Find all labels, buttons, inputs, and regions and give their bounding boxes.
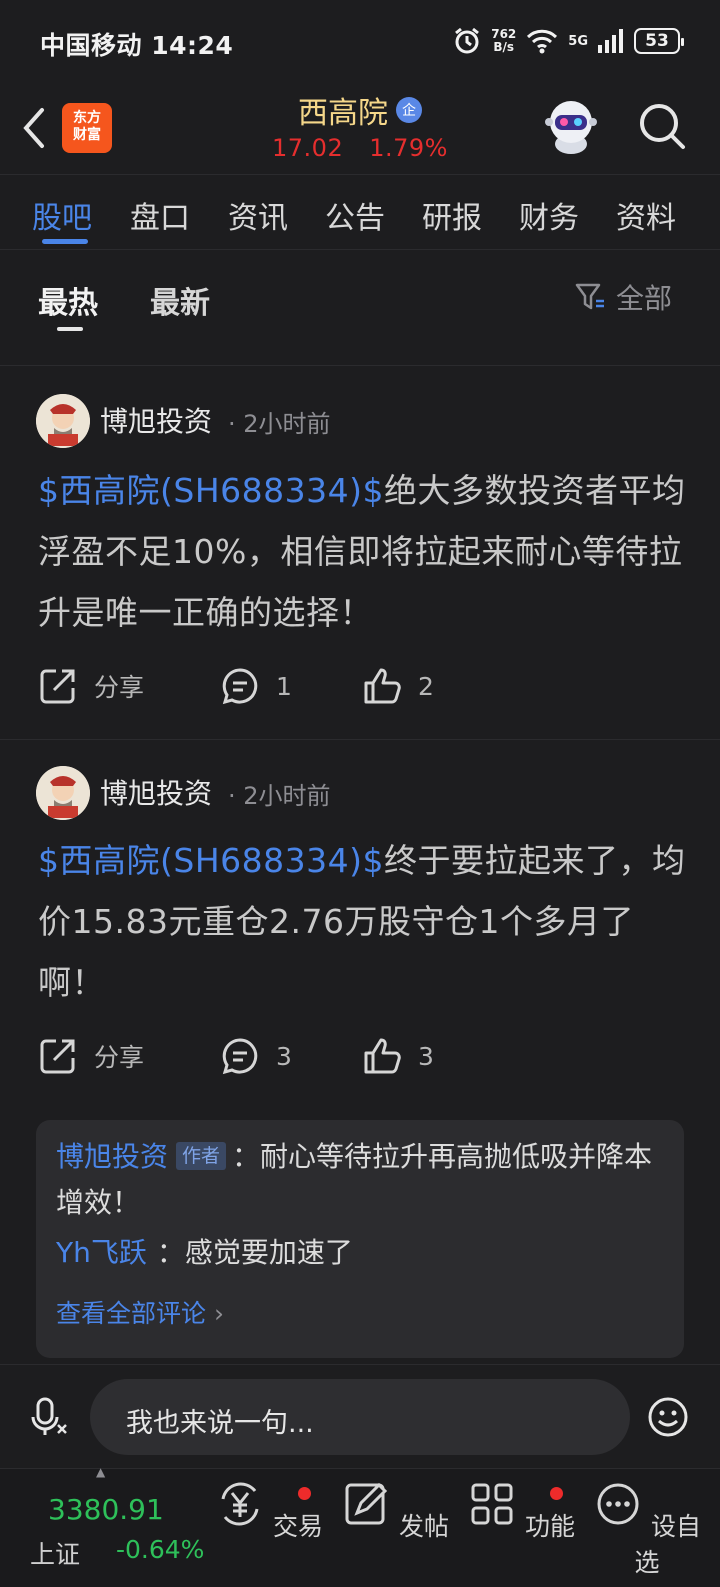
share-button[interactable]: 分享: [38, 666, 144, 706]
comment-item[interactable]: Yh飞跃 ：感觉要加速了: [56, 1230, 666, 1276]
avatar[interactable]: [36, 766, 90, 820]
reply-bar: 我也来说一句...: [0, 1364, 720, 1468]
more-dots-icon: [597, 1483, 639, 1525]
yen-exchange-icon: [221, 1482, 259, 1526]
filter-label: 全部: [616, 282, 673, 315]
index-value: 3380.91: [48, 1493, 164, 1526]
sort-indicator: [57, 327, 83, 331]
robot-assistant-icon[interactable]: [540, 94, 602, 156]
status-bar: 中国移动 14:24 762 B/s 5G 53: [0, 0, 720, 84]
notification-dot: [298, 1487, 311, 1500]
caret-up-icon: ▲: [96, 1465, 106, 1479]
signal-icon: [598, 29, 623, 53]
net-speed: 762 B/s: [491, 27, 517, 54]
post-card[interactable]: 博旭投资 · 2小时前 $西高院(SH688334)$绝大多数投资者平均浮盈不足…: [0, 366, 720, 738]
author-badge: 作者: [176, 1142, 227, 1170]
sort-bar: 最热 最新 全部: [0, 250, 720, 366]
thumbs-up-icon: [364, 668, 401, 704]
share-icon: [40, 1039, 75, 1074]
voice-input-icon[interactable]: [28, 1395, 72, 1439]
comment-button[interactable]: 3: [220, 1036, 292, 1076]
stock-change: 1.79%: [369, 134, 448, 162]
nav-post[interactable]: 发帖: [340, 1479, 450, 1543]
post-content[interactable]: $西高院(SH688334)$绝大多数投资者平均浮盈不足10%，相信即将拉起来耐…: [38, 460, 688, 643]
sort-hottest[interactable]: 最热: [38, 278, 98, 322]
alarm-icon: [455, 27, 480, 54]
post-time: · 2小时前: [228, 782, 331, 810]
nav-add-watchlist[interactable]: 设自选: [592, 1479, 702, 1579]
index-change: -0.64%: [116, 1535, 205, 1564]
search-icon[interactable]: [636, 100, 688, 152]
post-time: · 2小时前: [228, 410, 331, 438]
comment-button[interactable]: 1: [220, 666, 292, 706]
post-author[interactable]: 博旭投资: [100, 400, 212, 440]
sort-newest[interactable]: 最新: [150, 278, 210, 322]
avatar[interactable]: [36, 394, 90, 448]
thumbs-up-icon: [364, 1038, 401, 1074]
share-icon: [40, 669, 75, 704]
post-content[interactable]: $西高院(SH688334)$终于要拉起来了，均价15.83元重仓2.76万股守…: [38, 830, 688, 1013]
emoji-icon[interactable]: [646, 1395, 690, 1439]
stock-tag-link[interactable]: $西高院(SH688334)$: [38, 841, 384, 880]
comment-item[interactable]: 博旭投资 作者 ：耐心等待拉升再高抛低吸并降本增效！: [56, 1134, 666, 1226]
comment-icon: [222, 1038, 258, 1075]
tab-profile[interactable]: 资料: [616, 193, 676, 237]
like-button[interactable]: 2: [362, 666, 434, 706]
wifi-icon: [527, 29, 558, 54]
network-type: 5G: [568, 33, 588, 49]
carrier-time: 中国移动 14:24: [40, 31, 234, 60]
tab-pankou[interactable]: 盘口: [130, 193, 190, 237]
comment-author[interactable]: Yh飞跃: [56, 1236, 147, 1269]
comment-author[interactable]: 博旭投资: [56, 1140, 168, 1173]
section-tabs: 股吧 盘口 资讯 公告 研报 财务 资料: [0, 174, 720, 250]
index-name: 上证: [30, 1540, 81, 1569]
post-card[interactable]: 博旭投资 · 2小时前 $西高院(SH688334)$终于要拉起来了，均价15.…: [0, 740, 720, 1120]
status-icons: 762 B/s 5G 53: [453, 24, 684, 58]
view-all-comments-link[interactable]: 查看全部评论 ›: [56, 1294, 224, 1330]
stock-header: 东方 财富 西高院企 17.02 1.79%: [0, 84, 720, 174]
stock-tag-link[interactable]: $西高院(SH688334)$: [38, 471, 384, 510]
filter-icon: [575, 283, 604, 310]
post-author[interactable]: 博旭投资: [100, 772, 212, 812]
stock-quote: 17.02 1.79%: [0, 134, 720, 162]
stock-price: 17.02: [272, 134, 344, 162]
bottom-navigation: ▲ 3380.91 上证 -0.64% 交易 发帖 功能 设自选: [0, 1465, 720, 1587]
edit-icon: [345, 1482, 388, 1525]
stock-title: 西高院企: [0, 88, 720, 132]
tab-announcements[interactable]: 公告: [325, 193, 385, 237]
tab-guba[interactable]: 股吧: [32, 193, 92, 237]
grid-apps-icon: [471, 1483, 513, 1525]
enterprise-badge: 企: [396, 97, 422, 123]
comment-icon: [222, 668, 258, 705]
like-button[interactable]: 3: [362, 1036, 434, 1076]
comment-preview-box[interactable]: 博旭投资 作者 ：耐心等待拉升再高抛低吸并降本增效！ Yh飞跃 ：感觉要加速了 查看全…: [36, 1120, 684, 1358]
filter-button[interactable]: 全部: [574, 277, 672, 317]
active-tab-indicator: [42, 239, 88, 244]
comment-input[interactable]: 我也来说一句...: [90, 1379, 630, 1455]
share-button[interactable]: 分享: [38, 1036, 144, 1076]
notification-dot: [550, 1487, 563, 1500]
chevron-right-icon: ›: [213, 1299, 224, 1328]
tab-research[interactable]: 研报: [422, 193, 482, 237]
battery-indicator: 53: [634, 28, 684, 54]
tab-news[interactable]: 资讯: [228, 193, 288, 237]
tab-finance[interactable]: 财务: [519, 193, 579, 237]
